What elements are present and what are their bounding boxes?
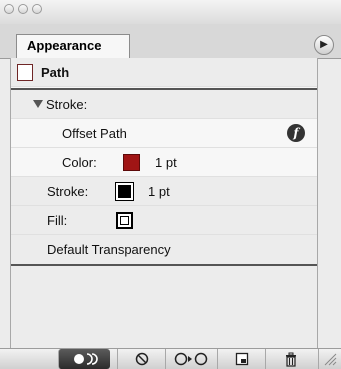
offset-path-row[interactable]: Offset Path f: [11, 119, 317, 148]
resize-grip-icon[interactable]: [318, 349, 341, 369]
path-row[interactable]: Path: [11, 58, 317, 87]
stroke-value: 1 pt: [148, 183, 170, 199]
delete-item-icon[interactable]: [265, 349, 315, 369]
bottom-toolbar: [0, 348, 341, 369]
appearance-list: Path Stroke: Offset Path f Color: 1 pt S…: [10, 58, 318, 348]
tab-strip: Appearance ▶: [0, 24, 341, 59]
panel-menu-icon[interactable]: ▶: [314, 35, 334, 55]
disclosure-triangle-icon[interactable]: [33, 100, 43, 108]
new-art-basic-appearance-icon[interactable]: [58, 349, 110, 369]
stroke-label: Stroke:: [47, 183, 89, 199]
clear-appearance-icon[interactable]: [117, 349, 165, 369]
color-label: Color:: [62, 154, 97, 170]
tab-appearance[interactable]: Appearance: [16, 34, 130, 58]
stroke-group-row[interactable]: Stroke:: [11, 90, 317, 119]
transparency-row[interactable]: Default Transparency: [11, 235, 317, 264]
stroke-swatch[interactable]: [115, 181, 134, 201]
minimize-button[interactable]: [18, 4, 28, 14]
effect-icon[interactable]: f: [287, 124, 305, 142]
title-bar: [0, 0, 341, 24]
reduce-to-basic-appearance-icon[interactable]: [165, 349, 217, 369]
empty-area: [11, 266, 317, 348]
stroke-group-label: Stroke:: [46, 96, 88, 112]
appearance-panel: Appearance ▶ Path Stroke: Offset Path f …: [0, 0, 341, 369]
transparency-label: Default Transparency: [47, 242, 171, 257]
fill-swatch[interactable]: [116, 211, 133, 229]
stroke-row[interactable]: Stroke: 1 pt: [11, 177, 317, 206]
offset-path-label: Offset Path: [62, 125, 127, 141]
fill-label: Fill:: [47, 212, 68, 228]
path-label: Path: [41, 64, 70, 80]
zoom-button[interactable]: [32, 4, 42, 14]
color-swatch[interactable]: [123, 153, 140, 171]
fill-row[interactable]: Fill:: [11, 206, 317, 235]
color-row[interactable]: Color: 1 pt: [11, 148, 317, 177]
close-button[interactable]: [4, 4, 14, 14]
path-swatch: [17, 63, 33, 81]
duplicate-item-icon[interactable]: [217, 349, 265, 369]
color-value: 1 pt: [155, 154, 177, 170]
